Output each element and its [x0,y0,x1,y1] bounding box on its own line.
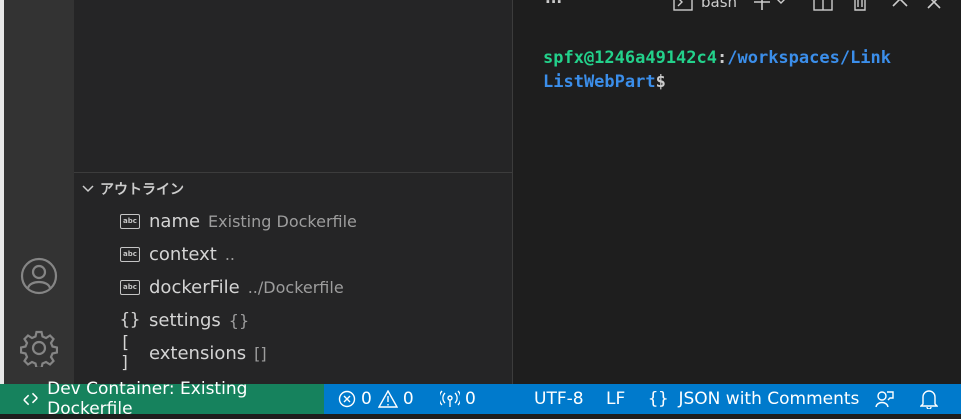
outline-item-label: extensions [149,342,247,364]
close-icon[interactable] [925,0,943,12]
outline-item-extensions[interactable]: [ ] extensions [] [120,333,267,373]
activity-bar [4,0,74,384]
terminal-toolbar: ··· bash [513,0,961,14]
warning-count: 0 [402,389,414,409]
shell-name: bash [701,0,738,11]
outline-item-settings[interactable]: {} settings {} [120,306,249,334]
new-terminal-button[interactable] [753,0,789,12]
prompt-dollar: $ [655,72,666,92]
outline-header[interactable]: アウトライン [80,178,184,200]
outline-item-detail: Existing Dockerfile [208,211,357,231]
terminal-output[interactable]: spfx@1246a49142c4:/workspaces/Link ListW… [543,46,943,94]
broadcast-icon [440,390,460,407]
outline-item-context[interactable]: abc context .. [120,240,235,268]
outline-item-detail: .. [224,244,236,264]
string-icon: abc [120,246,140,262]
string-icon: abc [120,279,140,295]
feedback-icon[interactable] [874,384,899,414]
more-actions-icon[interactable]: ··· [545,0,562,12]
gear-icon[interactable] [19,328,59,368]
ports-indicator[interactable]: 0 [440,384,476,414]
outline-title: アウトライン [100,182,184,198]
language-mode[interactable]: {} JSON with Comments [648,384,859,414]
prompt-user: spfx@1246a49142c4 [543,48,717,68]
prompt-colon: : [717,48,728,68]
outline-item-label: dockerFile [149,276,240,298]
chevron-up-icon[interactable] [891,0,909,12]
braces-icon: {} [648,389,669,409]
error-icon [338,390,356,408]
encoding-indicator[interactable]: UTF-8 [534,384,584,414]
error-count: 0 [361,389,372,409]
outline-item-dockerfile[interactable]: abc dockerFile ../Dockerfile [120,273,344,301]
chevron-down-icon [82,185,94,193]
prompt-path-continued: ListWebPart [543,72,656,92]
prompt-path: /workspaces/Link [727,48,892,68]
panel-splitter[interactable] [512,0,513,384]
language-label: JSON with Comments [678,389,860,409]
outline-item-detail: [] [254,343,267,363]
eol-indicator[interactable]: LF [606,384,625,414]
split-terminal-icon[interactable] [813,0,833,12]
terminal-icon [673,0,693,11]
plus-chevron-icon [754,0,785,10]
trash-icon[interactable] [851,0,869,12]
remote-label: Dev Container: Existing Dockerfile [47,379,248,419]
outline-item-detail: {} [228,310,250,330]
object-icon: {} [119,310,141,330]
sidebar: アウトライン abc name Existing Dockerfile abc … [74,0,512,384]
outline-item-label: settings [149,309,221,331]
outline-item-name[interactable]: abc name Existing Dockerfile [120,207,357,235]
panel-divider [74,172,512,173]
terminal-line: spfx@1246a49142c4:/workspaces/Link [543,46,943,70]
warning-icon [377,390,398,408]
terminal-shell-selector[interactable]: bash [673,0,737,12]
outline-item-detail: ../Dockerfile [247,277,344,297]
bell-icon[interactable] [920,384,943,414]
string-icon: abc [120,213,140,229]
status-bar: Dev Container: Existing Dockerfile 0 0 0… [0,379,961,419]
remote-icon [23,392,38,406]
outline-item-label: context [149,243,217,265]
outline-item-label: name [149,210,201,232]
problems-indicator[interactable]: 0 0 [338,384,414,414]
ports-count: 0 [465,389,476,409]
remote-indicator[interactable]: Dev Container: Existing Dockerfile [0,379,324,419]
account-icon[interactable] [19,256,59,296]
terminal-line: ListWebPart$ [543,70,943,94]
array-icon: [ ] [120,333,131,373]
